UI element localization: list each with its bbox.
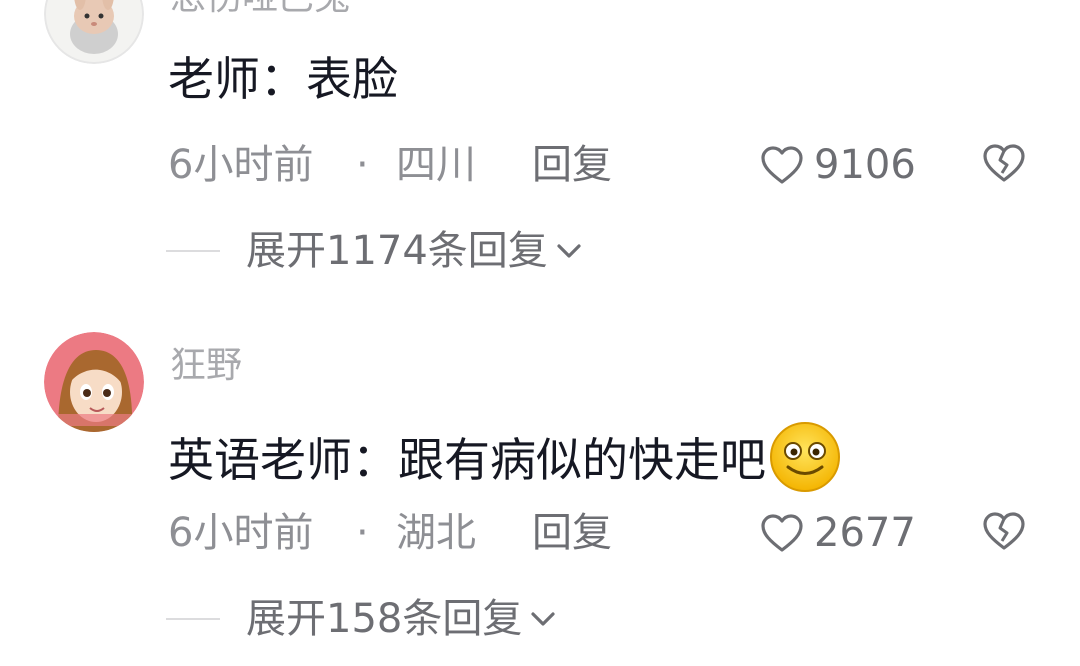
separator-dot: ·: [356, 510, 369, 556]
expand-replies-label: 展开1174条回复: [246, 228, 548, 274]
comment-text-content: 英语老师：跟有病似的快走吧: [168, 433, 766, 487]
dislike-button[interactable]: [982, 510, 1026, 554]
cartoon-girl-avatar-icon: [44, 332, 144, 432]
avatar[interactable]: [44, 332, 144, 432]
comment-item: 狂野 英语老师：跟有病似的快走吧 6小时前 · 湖北 回复 2677 展开158…: [0, 332, 1080, 662]
avatar[interactable]: [44, 0, 144, 64]
timestamp: 6小时前: [168, 142, 314, 188]
divider-line: [166, 618, 220, 620]
expand-replies-button[interactable]: 展开158条回复: [166, 594, 558, 644]
reply-button[interactable]: 回复: [532, 140, 612, 190]
comment-meta: 6小时前 · 湖北 回复 2677: [168, 508, 1068, 558]
username[interactable]: 狂野: [170, 346, 242, 386]
separator-dot: ·: [356, 142, 369, 188]
bunny-avatar-icon: [44, 0, 144, 64]
ip-region: 湖北: [396, 510, 476, 556]
broken-heart-icon: [983, 512, 1025, 550]
like-count: 2677: [814, 510, 916, 556]
like-button[interactable]: 2677: [760, 508, 916, 558]
dislike-button[interactable]: [982, 142, 1026, 186]
timestamp: 6小时前: [168, 510, 314, 556]
reply-button[interactable]: 回复: [532, 508, 612, 558]
username[interactable]: 悲伤哑巴兔: [170, 0, 350, 18]
chevron-down-icon: [554, 241, 584, 261]
expand-replies-label: 展开158条回复: [246, 596, 523, 642]
broken-heart-icon: [983, 144, 1025, 182]
smiling-face-emoji-icon: [768, 420, 842, 494]
expand-replies-button[interactable]: 展开1174条回复: [166, 226, 584, 276]
like-button[interactable]: 9106: [760, 140, 916, 190]
comment-meta: 6小时前 · 四川 回复 9106: [168, 140, 1068, 190]
comment-text: 老师：表脸: [168, 52, 398, 106]
heart-outline-icon: [760, 145, 804, 185]
ip-region: 四川: [396, 142, 476, 188]
like-count: 9106: [814, 142, 916, 188]
comment-text: 英语老师：跟有病似的快走吧: [168, 420, 842, 494]
comment-item: 悲伤哑巴兔 老师：表脸 6小时前 · 四川 回复 9106 展开1174条回复: [0, 0, 1080, 294]
chevron-down-icon: [528, 609, 558, 629]
heart-outline-icon: [760, 513, 804, 553]
divider-line: [166, 250, 220, 252]
